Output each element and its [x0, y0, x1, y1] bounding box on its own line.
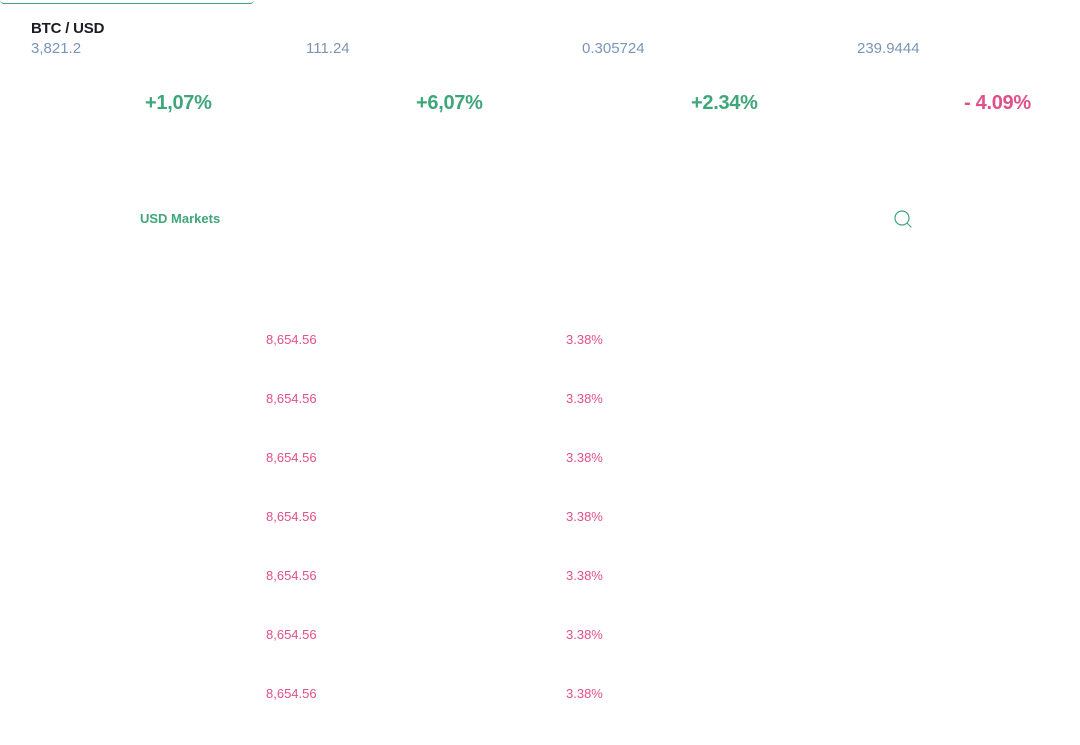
search-icon	[894, 210, 912, 228]
ticker-price-2: 111.24	[306, 40, 350, 57]
table-row[interactable]: 8,654.56 3.38%	[0, 450, 1080, 509]
row-change: 3.38%	[566, 391, 603, 406]
row-price: 8,654.56	[266, 568, 317, 583]
row-price: 8,654.56	[266, 332, 317, 347]
search-button[interactable]	[892, 208, 914, 230]
table-row[interactable]: 8,654.56 3.38%	[0, 391, 1080, 450]
table-row[interactable]: 8,654.56 3.38%	[0, 686, 1080, 745]
row-price: 8,654.56	[266, 391, 317, 406]
row-change: 3.38%	[566, 627, 603, 642]
ticker-change-3: +2.34%	[691, 92, 758, 114]
ticker-change-2: +6,07%	[416, 92, 483, 114]
ticker-price-1: 3,821.2	[31, 40, 82, 57]
row-change: 3.38%	[566, 509, 603, 524]
ticker-change-1: +1,07%	[145, 92, 212, 114]
pair-title: BTC / USD	[31, 20, 105, 37]
markets-tab[interactable]: USD Markets	[140, 211, 220, 226]
markets-table: 8,654.56 3.38% 8,654.56 3.38% 8,654.56 3…	[0, 332, 1080, 745]
row-price: 8,654.56	[266, 686, 317, 701]
ticker-price-4: 239.9444	[857, 40, 920, 57]
row-price: 8,654.56	[266, 509, 317, 524]
table-row[interactable]: 8,654.56 3.38%	[0, 509, 1080, 568]
table-row[interactable]: 8,654.56 3.38%	[0, 568, 1080, 627]
row-price: 8,654.56	[266, 450, 317, 465]
row-change: 3.38%	[566, 568, 603, 583]
active-tab-indicator	[0, 0, 254, 4]
ticker-price-3: 0.305724	[582, 40, 645, 57]
table-row[interactable]: 8,654.56 3.38%	[0, 627, 1080, 686]
row-price: 8,654.56	[266, 627, 317, 642]
row-change: 3.38%	[566, 450, 603, 465]
row-change: 3.38%	[566, 686, 603, 701]
table-row[interactable]: 8,654.56 3.38%	[0, 332, 1080, 391]
ticker-change-4: - 4.09%	[964, 92, 1031, 114]
row-change: 3.38%	[566, 332, 603, 347]
